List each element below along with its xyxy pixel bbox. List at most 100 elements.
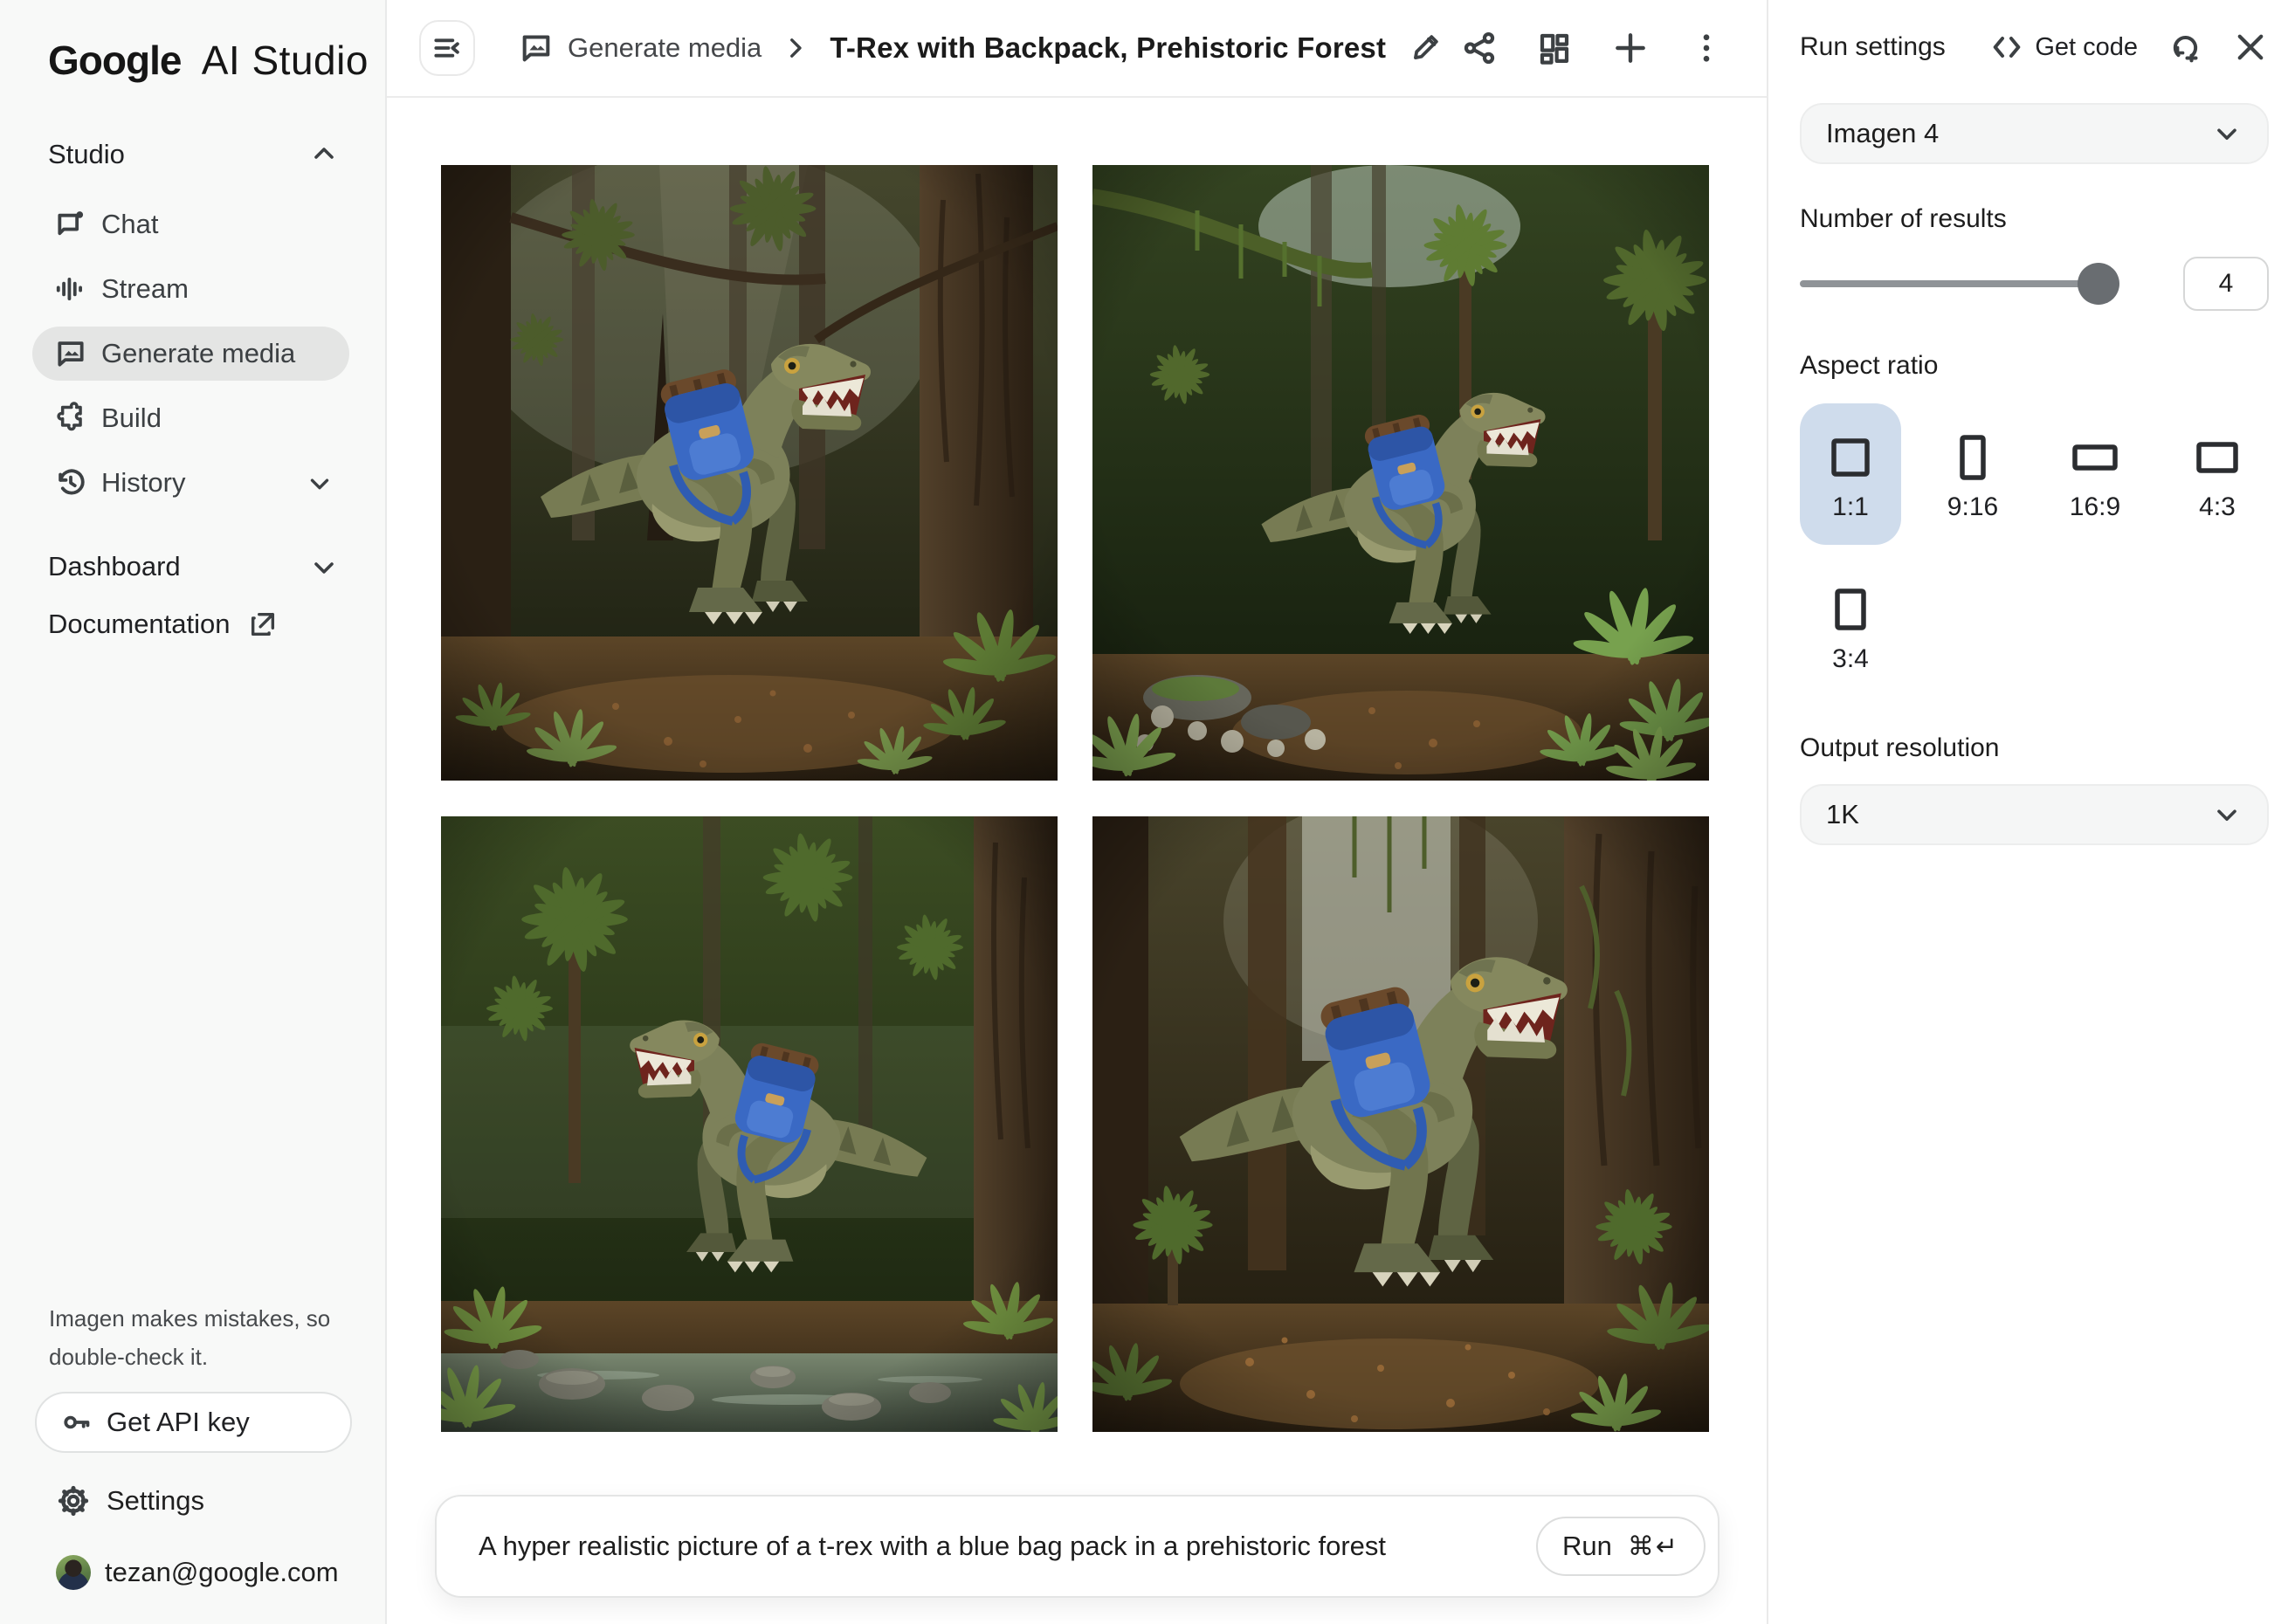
- sidebar-item-label: Chat: [101, 209, 158, 240]
- sidebar-item-chat[interactable]: Chat: [0, 192, 385, 257]
- model-disclaimer: Imagen makes mistakes, so double-check i…: [35, 1299, 350, 1376]
- history-clock-icon: [54, 466, 93, 499]
- account-row[interactable]: tezan@google.com: [35, 1544, 350, 1601]
- run-settings-panel: Run settings Get code Imagen 4 Number of…: [1767, 0, 2288, 1624]
- breadcrumb-label: Generate media: [568, 32, 762, 64]
- number-of-results-slider[interactable]: [1800, 280, 2114, 287]
- generated-image-4[interactable]: [1092, 816, 1709, 1432]
- gear-icon: [56, 1483, 91, 1518]
- run-settings-title: Run settings: [1800, 32, 1946, 62]
- run-label: Run: [1562, 1531, 1612, 1562]
- run-shortcut: ⌘↵: [1628, 1531, 1679, 1562]
- sidebar-item-history[interactable]: History: [0, 451, 385, 515]
- page-title: T-Rex with Backpack, Prehistoric Forest: [830, 31, 1386, 65]
- code-brackets-icon: [1989, 30, 2024, 65]
- chat-bubble-icon: [54, 208, 93, 241]
- results-grid: [441, 165, 1767, 1432]
- collapse-sidebar-button[interactable]: [419, 20, 475, 76]
- sidebar-item-label: Build: [101, 403, 162, 434]
- chevron-down-icon: [2211, 799, 2243, 830]
- sidebar-section-dashboard[interactable]: Dashboard: [0, 541, 385, 592]
- aspect-ratio-options-row-2: 3:4: [1800, 571, 2269, 683]
- sidebar-item-stream[interactable]: Stream: [0, 257, 385, 321]
- get-api-key-label: Get API key: [107, 1407, 250, 1438]
- portrait-ratio-icon: [1830, 587, 1871, 632]
- get-code-label: Get code: [2035, 33, 2138, 62]
- menu-collapse-icon: [431, 31, 464, 65]
- prompt-input[interactable]: A hyper realistic picture of a t-rex wit…: [479, 1531, 1386, 1562]
- logo-suffix: AI Studio: [202, 38, 369, 83]
- sidebar-item-documentation[interactable]: Documentation: [0, 592, 385, 657]
- generated-image-2-art: [1092, 165, 1709, 781]
- model-select-value: Imagen 4: [1826, 118, 1939, 149]
- kebab-menu-icon: [1688, 30, 1725, 66]
- studio-section-label: Studio: [48, 139, 125, 170]
- sidebar-section-studio[interactable]: Studio: [0, 129, 385, 180]
- slider-thumb[interactable]: [2078, 263, 2119, 305]
- number-of-results-control: [1800, 257, 2269, 311]
- app-logo[interactable]: Google AI Studio: [0, 0, 385, 84]
- generated-image-3-art: [441, 816, 1058, 1432]
- sidebar: Google AI Studio Studio Chat Stream: [0, 0, 387, 1624]
- generated-image-2[interactable]: [1092, 165, 1709, 781]
- puzzle-icon: [54, 402, 93, 435]
- close-panel-button[interactable]: [2232, 29, 2269, 65]
- header-actions: [1461, 29, 1725, 67]
- portrait-tall-ratio-icon: [1952, 435, 1994, 480]
- apps-grid-button[interactable]: [1536, 30, 1573, 66]
- breadcrumb[interactable]: Generate media: [519, 31, 762, 65]
- pencil-icon: [1409, 31, 1442, 65]
- chevron-up-icon: [308, 139, 340, 170]
- generated-image-4-art: [1092, 816, 1709, 1432]
- output-resolution-select[interactable]: 1K: [1800, 784, 2269, 845]
- share-button[interactable]: [1461, 30, 1498, 66]
- aspect-ratio-3-4[interactable]: 3:4: [1800, 571, 1901, 683]
- reset-settings-icon: [2167, 30, 2202, 65]
- dashboard-grid-icon: [1536, 30, 1573, 66]
- aspect-ratio-9-16[interactable]: 9:16: [1922, 403, 2023, 545]
- sidebar-nav: Chat Stream Generate media Build: [0, 192, 385, 515]
- share-icon: [1461, 30, 1498, 66]
- logo-google: Google: [48, 38, 181, 83]
- generated-image-3[interactable]: [441, 816, 1058, 1432]
- generated-image-1[interactable]: [441, 165, 1058, 781]
- sidebar-item-build[interactable]: Build: [0, 386, 385, 451]
- chevron-down-icon: [308, 551, 340, 582]
- model-select[interactable]: Imagen 4: [1800, 103, 2269, 164]
- documentation-label: Documentation: [48, 609, 231, 640]
- app-window: Google AI Studio Studio Chat Stream: [0, 0, 2288, 1624]
- edit-title-button[interactable]: [1409, 31, 1442, 65]
- output-resolution-label: Output resolution: [1800, 733, 2269, 763]
- number-of-results-input[interactable]: [2183, 257, 2269, 311]
- aspect-ratio-1-1[interactable]: 1:1: [1800, 403, 1901, 545]
- sidebar-item-label: Generate media: [101, 338, 295, 369]
- plus-icon: [1611, 29, 1650, 67]
- sidebar-item-label: Stream: [101, 273, 189, 305]
- chevron-down-icon: [305, 468, 334, 498]
- external-link-icon: [248, 609, 278, 639]
- landscape-ratio-icon: [2195, 435, 2239, 480]
- get-api-key-button[interactable]: Get API key: [35, 1392, 352, 1453]
- avatar: [56, 1555, 91, 1590]
- settings-label: Settings: [107, 1485, 204, 1517]
- sidebar-item-generate-media[interactable]: Generate media: [0, 321, 385, 386]
- new-prompt-button[interactable]: [1611, 29, 1650, 67]
- more-options-button[interactable]: [1688, 30, 1725, 66]
- generated-image-1-art: [441, 165, 1058, 781]
- aspect-ratio-4-3[interactable]: 4:3: [2167, 403, 2268, 545]
- settings-button[interactable]: Settings: [35, 1472, 350, 1530]
- number-of-results-label: Number of results: [1800, 204, 2269, 234]
- account-email: tezan@google.com: [105, 1557, 339, 1588]
- get-code-button[interactable]: Get code: [1989, 30, 2138, 65]
- aspect-ratio-16-9[interactable]: 16:9: [2044, 403, 2146, 545]
- prompt-bar: A hyper realistic picture of a t-rex wit…: [435, 1495, 1719, 1598]
- output-resolution-value: 1K: [1826, 799, 1859, 830]
- reset-settings-button[interactable]: [2167, 30, 2202, 65]
- run-button[interactable]: Run ⌘↵: [1536, 1517, 1706, 1576]
- media-image-icon: [519, 31, 554, 65]
- close-icon: [2232, 29, 2269, 65]
- media-image-icon: [54, 337, 93, 370]
- sidebar-footer: Imagen makes mistakes, so double-check i…: [0, 1299, 385, 1624]
- aspect-ratio-label: Aspect ratio: [1800, 351, 2269, 381]
- main-content: Generate media T-Rex with Backpack, Preh…: [387, 0, 1767, 1624]
